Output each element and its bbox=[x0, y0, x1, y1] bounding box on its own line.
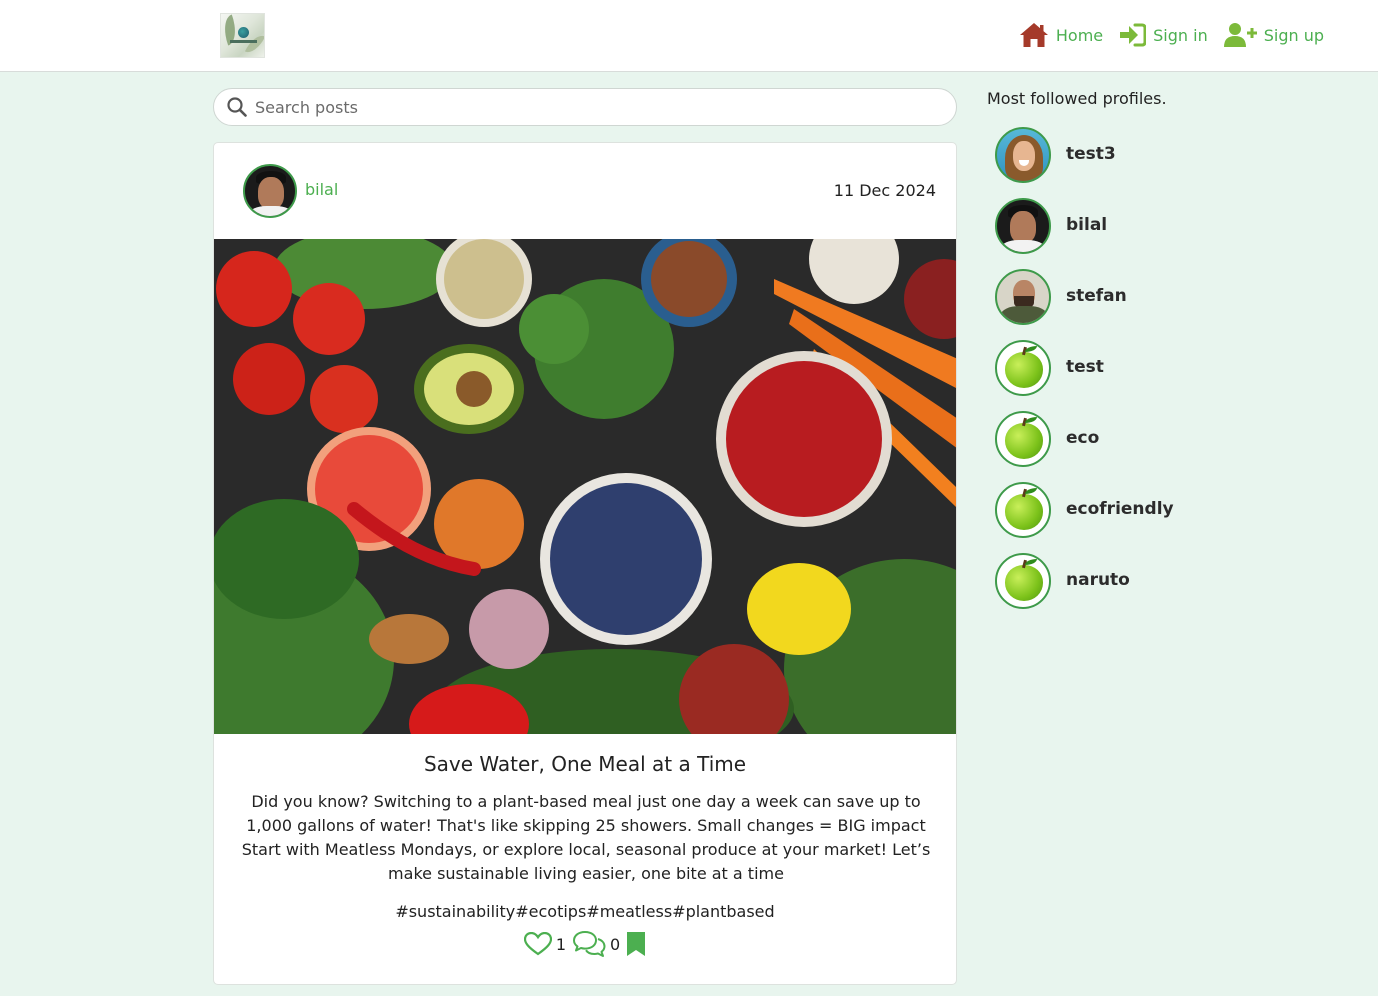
profile-item[interactable]: stefan bbox=[995, 269, 1235, 340]
sign-in-icon bbox=[1120, 23, 1147, 47]
search-input[interactable] bbox=[255, 97, 915, 117]
profile-name[interactable]: stefan bbox=[1066, 286, 1127, 306]
heart-icon bbox=[523, 932, 552, 956]
comment-button[interactable] bbox=[572, 930, 606, 958]
profile-item[interactable]: ecofriendly bbox=[995, 482, 1235, 553]
profile-list: test3 bilal stefan test eco ecofriendly … bbox=[995, 127, 1235, 624]
nav-home-link[interactable]: Home bbox=[1019, 22, 1103, 48]
home-icon bbox=[1019, 23, 1048, 47]
profile-item[interactable]: test3 bbox=[995, 127, 1235, 198]
nav-home-label: Home bbox=[1055, 25, 1104, 45]
avatar[interactable] bbox=[995, 127, 1051, 183]
avatar[interactable] bbox=[995, 269, 1051, 325]
post-author-link[interactable]: bilal bbox=[305, 180, 338, 199]
avatar[interactable] bbox=[995, 553, 1051, 609]
site-logo[interactable] bbox=[220, 13, 265, 58]
avatar[interactable] bbox=[995, 411, 1051, 467]
search-bar bbox=[213, 88, 957, 126]
avatar[interactable] bbox=[995, 482, 1051, 538]
profile-item[interactable]: eco bbox=[995, 411, 1235, 482]
post-date: 11 Dec 2024 bbox=[833, 181, 936, 200]
post-author-avatar[interactable] bbox=[243, 164, 297, 218]
nav-sign-up-link[interactable]: Sign up bbox=[1223, 22, 1324, 48]
post-actions: 1 0 bbox=[214, 930, 956, 958]
avatar[interactable] bbox=[995, 340, 1051, 396]
profile-name[interactable]: test bbox=[1066, 357, 1104, 377]
nav-links: Home Sign in Sign up bbox=[1003, 20, 1324, 50]
search-icon bbox=[227, 97, 247, 117]
top-navbar: Home Sign in Sign up bbox=[0, 0, 1378, 72]
profile-name[interactable]: bilal bbox=[1066, 215, 1107, 235]
profile-name[interactable]: test3 bbox=[1066, 144, 1116, 164]
like-button[interactable] bbox=[523, 932, 552, 956]
post-tags[interactable]: #sustainability#ecotips#meatless#plantba… bbox=[214, 902, 956, 921]
nav-sign-in-label: Sign in bbox=[1153, 25, 1208, 45]
like-count: 1 bbox=[555, 934, 566, 954]
profile-item[interactable]: naruto bbox=[995, 553, 1235, 624]
profile-name[interactable]: eco bbox=[1066, 428, 1099, 448]
profile-item[interactable]: test bbox=[995, 340, 1235, 411]
post-body: Did you know? Switching to a plant-based… bbox=[241, 792, 931, 883]
bookmark-button[interactable] bbox=[626, 931, 646, 957]
comments-icon bbox=[573, 931, 606, 957]
bookmark-icon bbox=[627, 932, 646, 956]
user-plus-icon bbox=[1223, 23, 1257, 47]
profile-name[interactable]: naruto bbox=[1066, 570, 1130, 590]
profile-name[interactable]: ecofriendly bbox=[1066, 499, 1174, 519]
post-header: bilal 11 Dec 2024 bbox=[214, 143, 956, 239]
profile-item[interactable]: bilal bbox=[995, 198, 1235, 269]
nav-sign-up-label: Sign up bbox=[1263, 25, 1324, 45]
nav-sign-in-link[interactable]: Sign in bbox=[1119, 23, 1208, 47]
avatar[interactable] bbox=[995, 198, 1051, 254]
comment-count: 0 bbox=[610, 934, 621, 954]
post-title: Save Water, One Meal at a Time bbox=[423, 752, 747, 776]
post-image bbox=[214, 239, 956, 734]
post-card: bilal 11 Dec 2024 Save Water, One Meal a… bbox=[213, 142, 957, 985]
most-followed-title: Most followed profiles. bbox=[987, 89, 1167, 108]
